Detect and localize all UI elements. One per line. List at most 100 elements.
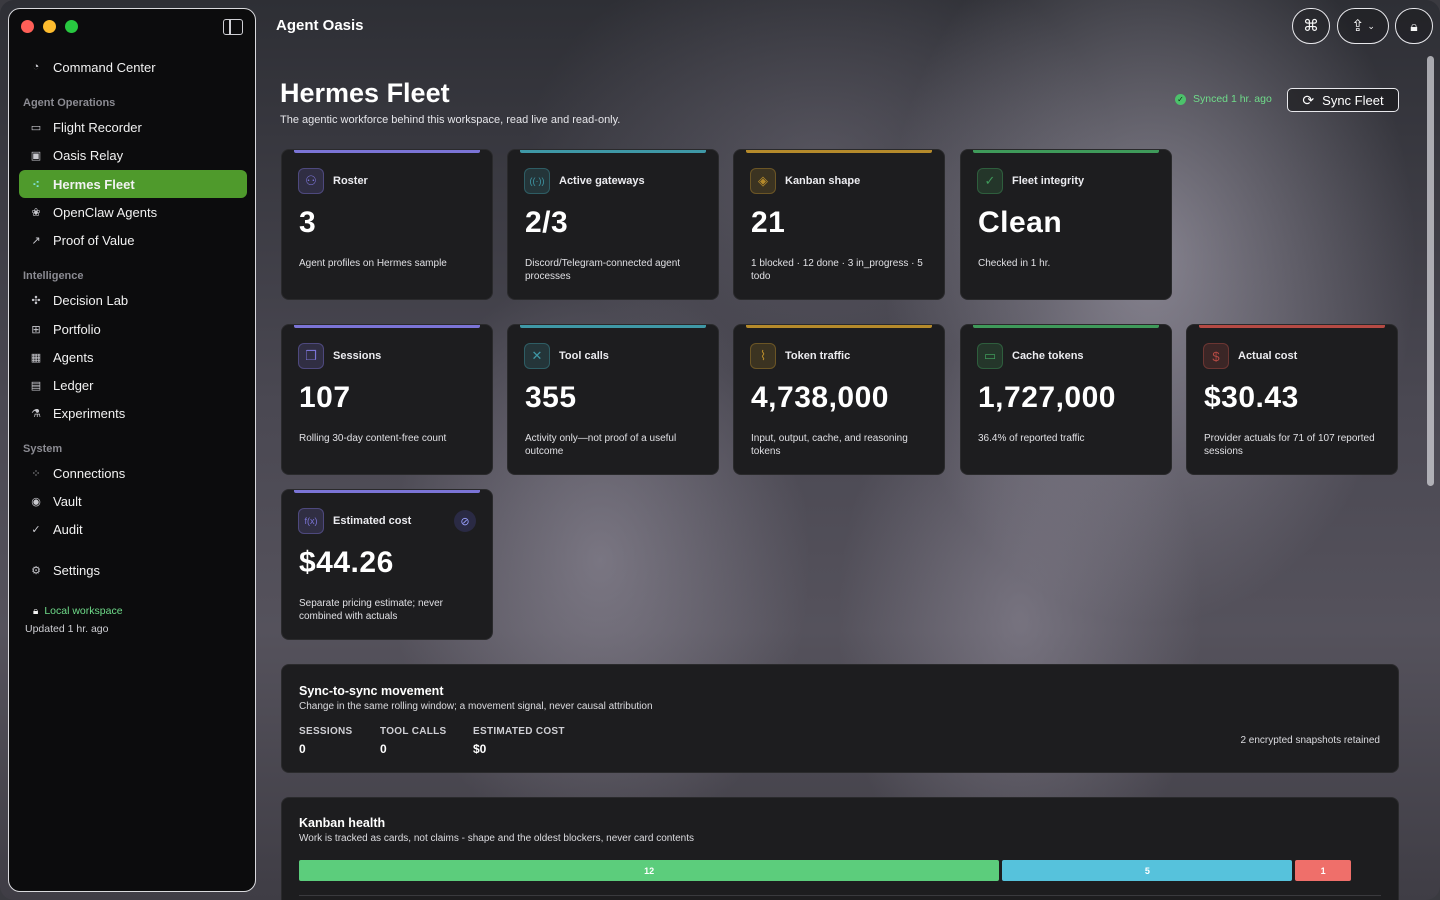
check-circle-icon: ✓: [1175, 93, 1186, 105]
card-label: Tool calls: [559, 350, 609, 362]
card-value: $30.43: [1204, 381, 1299, 414]
sync-status-text: Synced 1 hr. ago: [1193, 93, 1272, 105]
sidebar-item-audit[interactable]: ✓ Audit: [19, 515, 247, 543]
sidebar-item-command-center[interactable]: ◔ Command Center: [19, 53, 247, 81]
card-accent-stripe: [746, 325, 932, 328]
app-window: ◔ Command Center Agent Operations ▭ Flig…: [0, 0, 1440, 900]
decision-icon: ✣: [31, 294, 41, 307]
metric-card-token-traffic: ⌇ Token traffic 4,738,000 Input, output, ca…: [733, 324, 945, 475]
zoom-window-button[interactable]: [65, 20, 78, 33]
kanban-segment[interactable]: 12: [299, 860, 1000, 881]
metric-value-sessions: 0: [299, 742, 306, 756]
sidebar-item-hermes-fleet[interactable]: ⁖ Hermes Fleet: [19, 170, 247, 198]
command-key-icon: ⌘: [1303, 18, 1319, 35]
share-menu-button[interactable]: ⇪ ⌄: [1337, 8, 1389, 44]
card-value: 107: [299, 381, 351, 414]
gauge-icon: ◔: [32, 61, 40, 73]
scrollbar[interactable]: [1427, 56, 1434, 486]
sidebar-item-ledger[interactable]: ▤ Ledger: [19, 371, 247, 399]
card-value: Clean: [978, 206, 1063, 239]
card-label: Active gateways: [559, 175, 645, 187]
card-accent-stripe: [520, 325, 706, 328]
sidebar-item-proof-of-value[interactable]: ↗ Proof of Value: [19, 226, 247, 254]
sync-movement-subtitle: Change in the same rolling window; a mov…: [299, 701, 653, 712]
sidebar-item-label: Decision Lab: [53, 292, 129, 308]
metric-value-tool-calls: 0: [380, 742, 387, 756]
minimize-window-button[interactable]: [43, 20, 56, 33]
page-title: Hermes Fleet: [280, 78, 450, 108]
connections-icon: ⁘: [31, 467, 41, 480]
tools-icon: ✕: [524, 343, 550, 369]
sidebar-item-label: Experiments: [53, 405, 126, 421]
sidebar-item-flight-recorder[interactable]: ▭ Flight Recorder: [19, 113, 247, 141]
kanban-health-title: Kanban health: [299, 816, 386, 830]
sidebar-toggle-icon[interactable]: [223, 19, 243, 35]
card-description: Checked in 1 hr.: [978, 258, 1051, 269]
lock-icon: 🔒︎: [1410, 17, 1418, 34]
card-value: 1,727,000: [978, 381, 1116, 414]
card-label: Roster: [333, 175, 368, 187]
card-value: 21: [751, 206, 786, 239]
sidebar-item-settings[interactable]: ⚙ Settings: [19, 556, 247, 584]
metric-label-sessions: SESSIONS: [299, 726, 353, 737]
card-description: Agent profiles on Hermes sample: [299, 258, 447, 269]
kanban-segment[interactable]: 1: [1295, 860, 1351, 881]
card-accent-stripe: [294, 490, 480, 493]
sidebar-item-experiments[interactable]: ⚗ Experiments: [19, 399, 247, 427]
network-icon: ⁖: [32, 178, 40, 191]
close-window-button[interactable]: [21, 20, 34, 33]
metric-card-sessions: ❒ Sessions 107 Rolling 30-day content-free …: [281, 324, 493, 475]
sidebar-item-oasis-relay[interactable]: ▣ Oasis Relay: [19, 141, 247, 169]
sidebar-item-label: Proof of Value: [53, 232, 135, 248]
sidebar-item-label: Agents: [53, 349, 94, 365]
snapshots-retained: 2 encrypted snapshots retained: [1240, 735, 1380, 746]
sync-fleet-button[interactable]: ⟳ Sync Fleet: [1287, 88, 1399, 112]
estimate-info-icon[interactable]: ⊘: [454, 510, 476, 532]
layers-icon: ◈: [750, 168, 776, 194]
sidebar-item-connections[interactable]: ⁘ Connections: [19, 459, 247, 487]
sidebar-item-label: Audit: [53, 521, 83, 537]
card-accent-stripe: [973, 325, 1159, 328]
flask-icon: ⚗: [31, 407, 41, 420]
section-label-agent-operations: Agent Operations: [23, 97, 116, 109]
card-accent-stripe: [294, 150, 480, 153]
card-label: Cache tokens: [1012, 350, 1084, 362]
section-label-system: System: [23, 443, 63, 455]
card-label: Estimated cost: [333, 515, 412, 527]
card-label: Sessions: [333, 350, 382, 362]
card-label: Fleet integrity: [1012, 175, 1085, 187]
sidebar: ◔ Command Center Agent Operations ▭ Flig…: [8, 8, 256, 892]
card-accent-stripe: [294, 325, 480, 328]
sidebar-item-label: Command Center: [53, 59, 156, 75]
sidebar-item-label: Vault: [53, 493, 82, 509]
people-icon: ⚇: [298, 168, 324, 194]
app-title: Agent Oasis: [276, 17, 364, 34]
sidebar-item-decision-lab[interactable]: ✣ Decision Lab: [19, 286, 247, 314]
sync-fleet-label: Sync Fleet: [1322, 92, 1384, 108]
sidebar-item-agents[interactable]: ▦ Agents: [19, 343, 247, 371]
metric-card-cache-tokens: ▭ Cache tokens 1,727,000 36.4% of reported …: [960, 324, 1172, 475]
trend-chart-icon: ↗: [31, 234, 41, 247]
dollar-coin-icon: $: [1203, 343, 1229, 369]
kanban-segment[interactable]: 5: [1002, 860, 1293, 881]
card-description: Rolling 30-day content-free count: [299, 433, 447, 444]
gear-icon: ⚙: [31, 564, 41, 577]
card-label: Kanban shape: [785, 175, 861, 187]
sidebar-item-openclaw-agents[interactable]: ❀ OpenClaw Agents: [19, 198, 247, 226]
command-palette-button[interactable]: ⌘: [1292, 8, 1330, 44]
sidebar-item-portfolio[interactable]: ⊞ Portfolio: [19, 315, 247, 343]
sidebar-item-label: Portfolio: [53, 321, 101, 337]
cpu-icon: ▦: [30, 351, 42, 364]
card-description: Provider actuals for 71 of 107 reported …: [1204, 433, 1375, 457]
lock-button[interactable]: 🔒︎: [1395, 8, 1433, 44]
card-description: 1 blocked · 12 done · 3 in_progress · 5 …: [751, 258, 923, 282]
card-description: 36.4% of reported traffic: [978, 433, 1085, 444]
sidebar-item-vault[interactable]: ◉ Vault: [19, 487, 247, 515]
metric-card-estimated-cost: f(x) Estimated cost $44.26 Separate pricing…: [281, 489, 493, 640]
metric-label-estimated-cost: ESTIMATED COST: [473, 726, 565, 737]
workspace-updated: Updated 1 hr. ago: [25, 623, 109, 635]
card-label: Token traffic: [785, 350, 851, 362]
window-controls: [21, 20, 78, 33]
metric-card-actual-cost: $ Actual cost $30.43 Provider actuals for 7…: [1186, 324, 1398, 475]
sidebar-item-label: OpenClaw Agents: [53, 204, 158, 220]
